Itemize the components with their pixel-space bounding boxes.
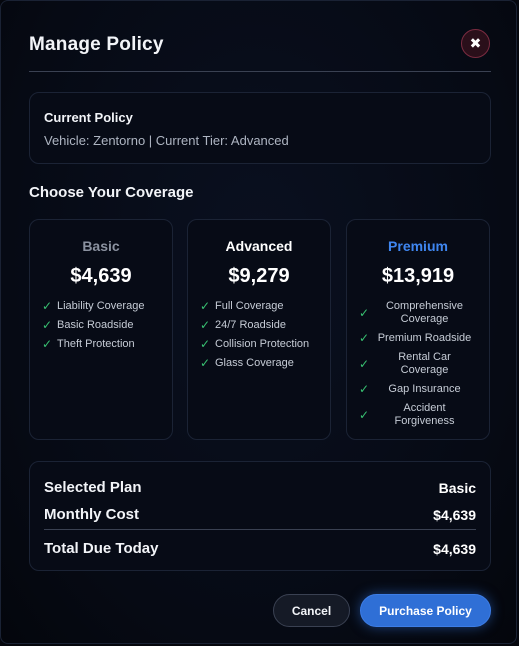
feature-item: ✓ Basic Roadside bbox=[42, 319, 162, 332]
check-icon: ✓ bbox=[200, 318, 211, 332]
feature-item: ✓ Gap Insurance bbox=[359, 383, 479, 396]
close-icon: ✖ bbox=[469, 35, 482, 51]
header-divider bbox=[29, 71, 491, 72]
selected-plan-label: Selected Plan bbox=[44, 479, 142, 496]
total-due-label: Total Due Today bbox=[44, 540, 159, 557]
close-button[interactable]: ✖ bbox=[461, 29, 490, 58]
feature-list: ✓ Comprehensive Coverage ✓ Premium Roadsid… bbox=[359, 300, 479, 434]
coverage-heading: Choose Your Coverage bbox=[29, 184, 194, 201]
feature-item: ✓ Collision Protection bbox=[200, 338, 320, 351]
feature-label: Glass Coverage bbox=[215, 357, 294, 369]
check-icon: ✓ bbox=[359, 305, 370, 320]
plan-card-advanced[interactable]: Advanced $9,279 ✓ Full Coverage ✓ 24/7 Roa… bbox=[187, 219, 331, 440]
monthly-cost-value: $4,639 bbox=[433, 507, 476, 523]
feature-label: Basic Roadside bbox=[57, 319, 134, 331]
purchase-policy-button[interactable]: Purchase Policy bbox=[360, 594, 491, 627]
modal-title: Manage Policy bbox=[29, 34, 164, 55]
plan-name: Premium bbox=[388, 238, 448, 254]
plan-card-basic[interactable]: Basic $4,639 ✓ Liability Coverage ✓ Basic … bbox=[29, 219, 173, 440]
feature-item: ✓ 24/7 Roadside bbox=[200, 319, 320, 332]
feature-label: Comprehensive Coverage bbox=[385, 300, 464, 325]
monthly-cost-label: Monthly Cost bbox=[44, 506, 139, 523]
check-icon: ✓ bbox=[200, 356, 211, 370]
current-policy-detail: Vehicle: Zentorno | Current Tier: Advanc… bbox=[44, 133, 289, 148]
feature-label: 24/7 Roadside bbox=[215, 319, 286, 331]
feature-label: Collision Protection bbox=[215, 338, 310, 350]
check-icon: ✓ bbox=[359, 356, 370, 371]
feature-item: ✓ Comprehensive Coverage bbox=[359, 300, 479, 326]
feature-item: ✓ Full Coverage bbox=[200, 300, 320, 313]
order-summary-panel: Selected Plan Basic Monthly Cost $4,639 … bbox=[29, 461, 491, 571]
feature-label: Rental Car Coverage bbox=[398, 351, 451, 376]
feature-label: Gap Insurance bbox=[388, 383, 461, 395]
check-icon: ✓ bbox=[359, 382, 370, 396]
check-icon: ✓ bbox=[200, 337, 211, 351]
total-due-value: $4,639 bbox=[433, 541, 476, 557]
check-icon: ✓ bbox=[359, 407, 370, 422]
feature-list: ✓ Full Coverage ✓ 24/7 Roadside ✓ Collision… bbox=[200, 300, 320, 376]
plan-name: Advanced bbox=[225, 238, 293, 254]
feature-item: ✓ Accident Forgiveness bbox=[359, 402, 479, 428]
plan-price: $4,639 bbox=[70, 265, 132, 287]
feature-label: Premium Roadside bbox=[377, 332, 472, 344]
feature-label: Full Coverage bbox=[215, 300, 284, 312]
feature-item: ✓ Theft Protection bbox=[42, 338, 162, 351]
feature-item: ✓ Liability Coverage bbox=[42, 300, 162, 313]
plan-card-premium[interactable]: Premium $13,919 ✓ Comprehensive Coverage … bbox=[346, 219, 490, 440]
cancel-button[interactable]: Cancel bbox=[273, 594, 350, 627]
current-policy-panel: Current Policy Vehicle: Zentorno | Curre… bbox=[29, 92, 491, 164]
plan-price: $9,279 bbox=[228, 265, 290, 287]
feature-item: ✓ Premium Roadside bbox=[359, 332, 479, 345]
plan-price: $13,919 bbox=[381, 265, 455, 287]
plan-name: Basic bbox=[82, 238, 120, 254]
selected-plan-value: Basic bbox=[438, 480, 476, 496]
feature-label: Liability Coverage bbox=[57, 300, 145, 312]
check-icon: ✓ bbox=[42, 318, 53, 332]
check-icon: ✓ bbox=[42, 299, 53, 313]
check-icon: ✓ bbox=[200, 299, 211, 313]
check-icon: ✓ bbox=[42, 337, 53, 351]
manage-policy-modal: Manage Policy ✖ Current Policy Vehicle: … bbox=[0, 0, 517, 644]
feature-label: Theft Protection bbox=[57, 338, 135, 350]
feature-label: Accident Forgiveness bbox=[394, 402, 455, 427]
summary-divider bbox=[44, 529, 476, 530]
check-icon: ✓ bbox=[359, 331, 370, 345]
current-policy-heading: Current Policy bbox=[44, 110, 133, 125]
feature-item: ✓ Rental Car Coverage bbox=[359, 351, 479, 377]
feature-item: ✓ Glass Coverage bbox=[200, 357, 320, 370]
feature-list: ✓ Liability Coverage ✓ Basic Roadside ✓ The… bbox=[42, 300, 162, 357]
